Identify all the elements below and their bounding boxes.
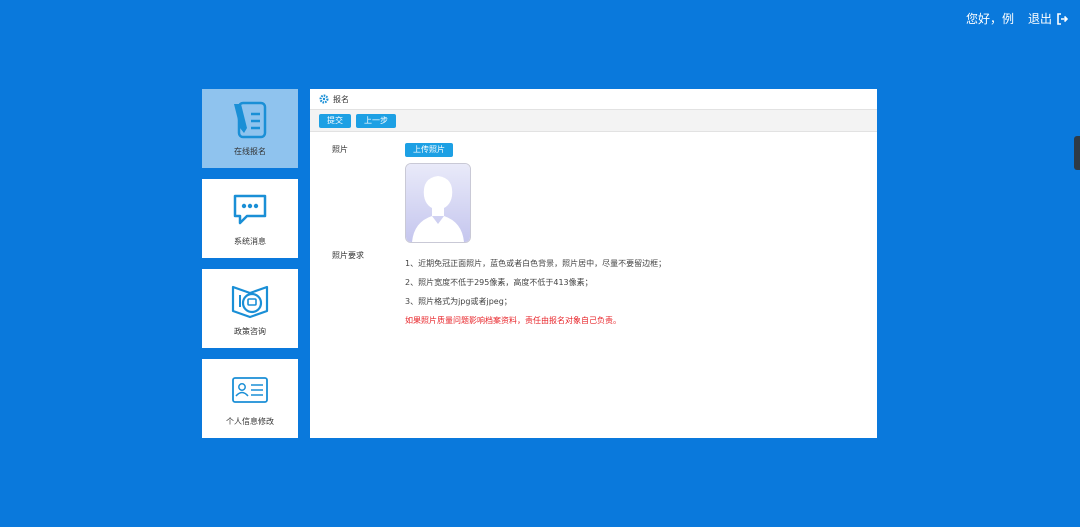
gear-icon	[319, 94, 329, 104]
panel-toolbar: 提交 上一步	[310, 110, 877, 132]
nav-label: 政策咨询	[234, 327, 266, 336]
photo-warning-text: 如果照片质量问题影响档案资料，责任由报名对象自己负责。	[405, 316, 621, 325]
side-collapse-handle[interactable]	[1074, 136, 1080, 170]
submit-button[interactable]: 提交	[319, 113, 351, 128]
id-card-icon	[230, 370, 270, 410]
nav-label: 在线报名	[234, 147, 266, 156]
nav-label: 个人信息修改	[226, 417, 274, 426]
logout-label: 退出	[1027, 12, 1052, 26]
photo-label: 照片	[332, 145, 348, 154]
avatar-placeholder-icon	[406, 164, 470, 242]
logout-icon	[1057, 12, 1068, 25]
sidebar-nav: 在线报名 系统消息 政策咨询 个人信息修改	[202, 89, 298, 449]
nav-label: 系统消息	[234, 237, 266, 246]
photo-requirements-label: 照片要求	[332, 251, 364, 260]
panel-title: 报名	[333, 94, 349, 104]
requirement-item: 1、近期免冠正面照片，蓝色或者白色背景，照片居中，尽量不要留边框；	[405, 259, 667, 268]
top-bar: 您好，例 退出	[966, 10, 1068, 27]
nav-item-policy-consult[interactable]: 政策咨询	[202, 269, 298, 348]
chat-bubble-icon	[230, 190, 270, 230]
logout-button[interactable]: 退出	[1028, 10, 1068, 27]
photo-preview	[405, 163, 471, 243]
requirement-item: 3、照片格式为jpg或者jpeg；	[405, 297, 512, 306]
nav-item-system-messages[interactable]: 系统消息	[202, 179, 298, 258]
book-chat-icon	[230, 280, 270, 320]
greeting-text: 您好，例	[965, 12, 1014, 26]
requirement-item: 2、照片宽度不低于295像素，高度不低于413像素；	[405, 278, 593, 287]
nav-item-profile-edit[interactable]: 个人信息修改	[202, 359, 298, 438]
form-pen-icon	[230, 100, 270, 140]
panel-header: 报名	[310, 89, 877, 110]
nav-item-online-registration[interactable]: 在线报名	[202, 89, 298, 168]
upload-photo-button[interactable]: 上传照片	[405, 143, 453, 157]
prev-step-button[interactable]: 上一步	[356, 113, 396, 128]
registration-panel: 报名 提交 上一步 照片 上传照片 照片要求 1、近期免冠正面照片，蓝色或者白色…	[310, 89, 877, 438]
